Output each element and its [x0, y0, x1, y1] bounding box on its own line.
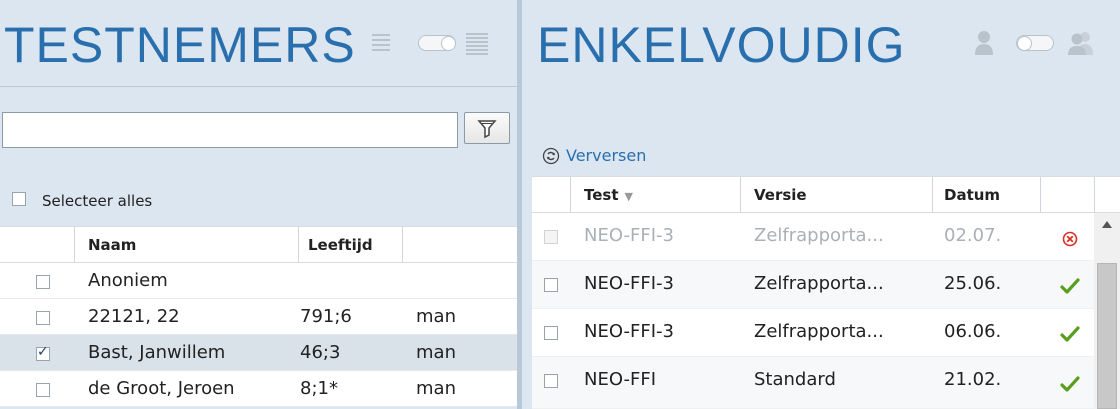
refresh-icon: [542, 147, 560, 165]
column-separator: [932, 177, 933, 213]
column-header-versie[interactable]: Versie: [754, 186, 807, 204]
compact-list-icon[interactable]: [372, 32, 394, 54]
column-header-test-label: Test: [584, 186, 619, 204]
row-checkbox[interactable]: [544, 230, 558, 244]
column-separator: [74, 227, 75, 263]
row-date: 06.06.: [944, 321, 1002, 342]
table-row-disabled[interactable]: NEO-FFI-3 Zelfrapporta... 02.07.: [532, 213, 1094, 261]
sort-down-icon: ▼: [624, 190, 633, 203]
table-row[interactable]: de Groot, Jeroen 8;1* man: [0, 371, 517, 407]
row-date: 02.07.: [944, 225, 1002, 246]
scroll-thumb[interactable]: [1097, 263, 1117, 409]
row-name: Bast, Janwillem: [88, 342, 226, 363]
row-checkbox[interactable]: [544, 326, 558, 340]
table-row[interactable]: NEO-FFI-3 Zelfrapporta... 06.06.: [532, 309, 1094, 357]
row-checkbox[interactable]: [36, 311, 50, 325]
scroll-up-arrow-icon[interactable]: [1102, 221, 1112, 228]
row-test: NEO-FFI-3: [584, 321, 674, 342]
search-input[interactable]: [2, 112, 458, 148]
column-separator: [1094, 177, 1095, 213]
table-row[interactable]: Anoniem: [0, 263, 517, 299]
row-checkbox[interactable]: [544, 374, 558, 388]
row-checkbox[interactable]: [544, 278, 558, 292]
row-gender: man: [416, 378, 456, 399]
row-version: Zelfrapporta...: [754, 273, 884, 294]
group-persons-icon[interactable]: [1066, 30, 1096, 56]
testnemers-table-header: Naam Leeftijd: [0, 226, 517, 263]
row-test: NEO-FFI-3: [584, 273, 674, 294]
toggle-knob: [441, 36, 456, 51]
view-toggle-switch[interactable]: [418, 35, 456, 51]
row-version: Standard: [754, 369, 836, 390]
mode-toggle-switch[interactable]: [1016, 35, 1054, 51]
filter-icon: [477, 120, 497, 139]
select-all-checkbox[interactable]: [12, 192, 26, 206]
enkelvoudig-panel: ENKELVOUDIG Verversen Test ▼ Versie Datu…: [522, 0, 1120, 409]
column-separator: [1040, 177, 1041, 213]
title-divider: [0, 86, 517, 87]
testnemers-panel: TESTNEMERS Selecteer alles Naam Leeftijd…: [0, 0, 517, 409]
column-header-leeftijd[interactable]: Leeftijd: [308, 236, 373, 254]
filter-button[interactable]: [464, 112, 510, 144]
column-header-naam[interactable]: Naam: [88, 236, 136, 254]
row-date: 25.06.: [944, 273, 1002, 294]
checkmark-icon: [1060, 326, 1080, 342]
table-row[interactable]: 22121, 22 791;6 man: [0, 299, 517, 335]
row-gender: man: [416, 306, 456, 327]
vertical-scrollbar[interactable]: [1094, 213, 1120, 409]
row-name: Anoniem: [88, 270, 168, 291]
row-age: 46;3: [300, 342, 341, 363]
column-separator: [740, 177, 741, 213]
row-version: Zelfrapporta...: [754, 321, 884, 342]
row-test: NEO-FFI-3: [584, 225, 674, 246]
testnemers-title: TESTNEMERS: [4, 17, 356, 73]
select-all[interactable]: Selecteer alles: [12, 190, 312, 210]
row-checkbox[interactable]: [36, 275, 50, 289]
refresh-label: Verversen: [566, 146, 647, 165]
column-separator: [298, 227, 299, 263]
checkmark-icon: [1060, 278, 1080, 294]
row-checkbox[interactable]: [36, 383, 50, 397]
column-header-datum[interactable]: Datum: [944, 186, 1000, 204]
mode-toggle[interactable]: [972, 30, 1120, 56]
detailed-list-icon[interactable]: [466, 32, 488, 55]
select-all-label: Selecteer alles: [42, 192, 153, 210]
single-person-icon[interactable]: [972, 30, 996, 56]
row-date: 21.02.: [944, 369, 1002, 390]
table-row[interactable]: NEO-FFI Standard 21.02.: [532, 357, 1094, 409]
column-header-test[interactable]: Test ▼: [584, 186, 633, 204]
row-test: NEO-FFI: [584, 369, 657, 390]
tests-table-header: Test ▼ Versie Datum: [532, 176, 1120, 213]
enkelvoudig-title: ENKELVOUDIG: [537, 17, 906, 73]
row-name: 22121, 22: [88, 306, 180, 327]
toggle-knob: [1017, 36, 1032, 51]
row-gender: man: [416, 342, 456, 363]
row-version: Zelfrapporta...: [754, 225, 884, 246]
error-icon: [1062, 231, 1078, 247]
column-separator: [402, 227, 403, 263]
row-name: de Groot, Jeroen: [88, 378, 235, 399]
table-row-selected[interactable]: Bast, Janwillem 46;3 man: [0, 335, 517, 371]
checkmark-icon: [1060, 376, 1080, 392]
row-age: 791;6: [300, 306, 352, 327]
table-row[interactable]: NEO-FFI-3 Zelfrapporta... 25.06.: [532, 261, 1094, 309]
column-separator: [570, 177, 571, 213]
view-toggle[interactable]: [372, 32, 492, 55]
row-age: 8;1*: [300, 378, 338, 399]
row-checkbox-checked[interactable]: [36, 344, 50, 361]
